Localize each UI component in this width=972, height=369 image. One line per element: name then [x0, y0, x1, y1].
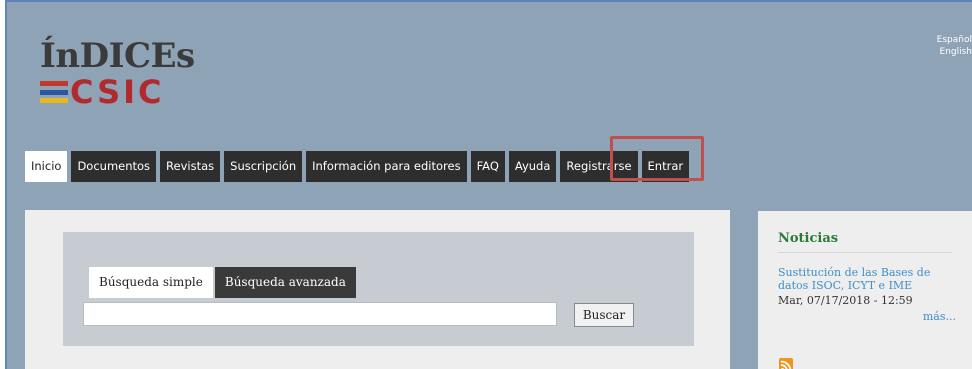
language-link-en[interactable]: English	[936, 46, 972, 58]
logo-bottom: CSIC	[40, 76, 195, 108]
search-input[interactable]	[83, 302, 557, 326]
nav-item-inicio[interactable]: Inicio	[25, 151, 68, 182]
main-navigation: Inicio Documentos Revistas Suscripción I…	[25, 151, 693, 182]
tab-busqueda-avanzada[interactable]: Búsqueda avanzada	[214, 267, 356, 298]
news-heading: Noticias	[778, 231, 952, 253]
logo-text-indices: ÍnDICEs	[40, 36, 195, 76]
search-tabs: Búsqueda simple Búsqueda avanzada	[89, 267, 356, 298]
search-button[interactable]: Buscar	[574, 303, 634, 327]
news-more-link[interactable]: más...	[923, 310, 956, 323]
search-panel: Búsqueda simple Búsqueda avanzada Buscar	[63, 232, 694, 346]
flag-icon	[40, 81, 68, 103]
logo-text-csic: CSIC	[70, 73, 165, 111]
news-sidebar: Noticias Sustitución de las Bases de dat…	[758, 211, 972, 369]
main-content: Búsqueda simple Búsqueda avanzada Buscar	[25, 210, 730, 369]
nav-item-revistas[interactable]: Revistas	[160, 151, 221, 182]
nav-item-documentos[interactable]: Documentos	[71, 151, 157, 182]
language-link-es[interactable]: Español	[936, 34, 972, 46]
site-logo[interactable]: ÍnDICEs CSIC	[40, 38, 195, 108]
page-header: Español English ÍnDICEs CSIC Inicio Docu…	[5, 0, 972, 369]
tab-busqueda-simple[interactable]: Búsqueda simple	[89, 267, 213, 298]
news-item-date: Mar, 07/17/2018 - 12:59	[778, 294, 913, 307]
rss-icon[interactable]	[779, 358, 793, 369]
nav-item-faq[interactable]: FAQ	[470, 151, 505, 182]
nav-item-ayuda[interactable]: Ayuda	[508, 151, 557, 182]
news-item-link[interactable]: Sustitución de las Bases de datos ISOC, …	[778, 266, 964, 292]
registrarse-highlight-box	[610, 136, 704, 181]
language-switcher: Español English	[936, 34, 972, 58]
nav-item-informacion-editores[interactable]: Información para editores	[306, 151, 467, 182]
nav-item-suscripcion[interactable]: Suscripción	[224, 151, 303, 182]
